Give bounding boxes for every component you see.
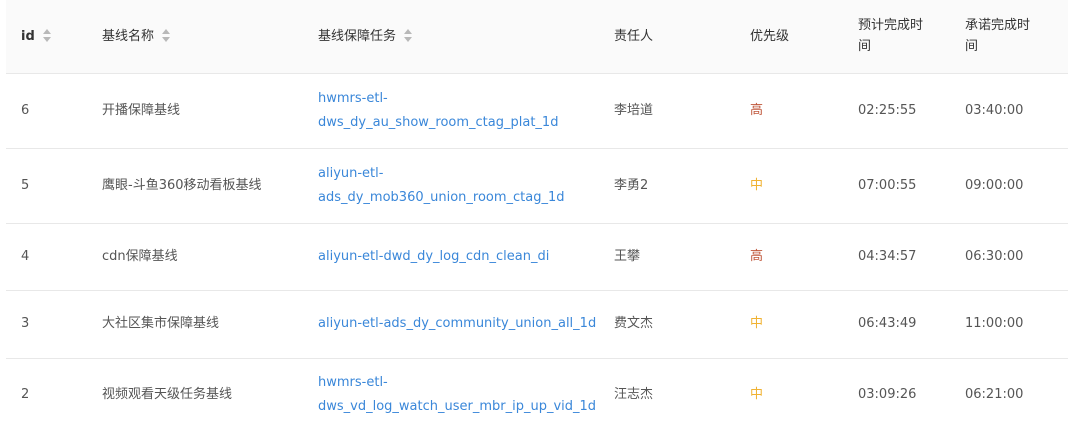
- cell-priority: 中: [735, 358, 843, 431]
- task-link[interactable]: hwmrs-etl-dws_dy_au_show_room_ctag_plat_…: [318, 87, 558, 135]
- cell-expected: 03:09:26: [843, 358, 950, 431]
- cell-owner: 李培道: [599, 73, 735, 149]
- sort-icon[interactable]: [404, 29, 414, 43]
- priority-badge: 高: [750, 248, 764, 264]
- table-row: 6 开播保障基线 hwmrs-etl-dws_dy_au_show_room_c…: [6, 73, 1068, 149]
- table-row: 5 鹰眼-斗鱼360移动看板基线 aliyun-etl-ads_dy_mob36…: [6, 148, 1068, 224]
- baseline-table-container: id 基线名称 基线保障任务 责任人 优先级 预计完成时 间 承诺完成时 间 6…: [6, 0, 1068, 431]
- cell-promised: 06:21:00: [950, 358, 1068, 431]
- header-task-label: 基线保障任务: [318, 28, 397, 44]
- table-row: 2 视频观看天级任务基线 hwmrs-etl-dws_vd_log_watch_…: [6, 358, 1068, 431]
- baseline-table: id 基线名称 基线保障任务 责任人 优先级 预计完成时 间 承诺完成时 间 6…: [6, 0, 1068, 431]
- cell-name: cdn保障基线: [87, 223, 303, 291]
- cell-owner: 汪志杰: [599, 358, 735, 431]
- cell-task: aliyun-etl-ads_dy_mob360_union_room_ctag…: [303, 148, 599, 224]
- header-owner-label: 责任人: [614, 28, 654, 44]
- task-link[interactable]: aliyun-etl-ads_dy_community_union_all_1d: [318, 312, 596, 336]
- priority-badge: 中: [750, 386, 764, 402]
- task-link-line2: dws_vd_log_watch_user_mbr_ip_up_vid_1d: [318, 398, 597, 414]
- sort-icon[interactable]: [42, 29, 53, 43]
- task-link[interactable]: aliyun-etl-dwd_dy_log_cdn_clean_di: [318, 245, 549, 269]
- task-link-line1: aliyun-etl-dwd_dy_log_cdn_clean_di: [318, 248, 550, 264]
- header-name[interactable]: 基线名称: [87, 0, 303, 74]
- task-link-line1: aliyun-etl-: [318, 165, 384, 181]
- cell-id: 3: [6, 290, 87, 359]
- header-name-label: 基线名称: [102, 28, 155, 44]
- priority-badge: 中: [750, 177, 764, 193]
- task-link-line2: ads_dy_mob360_union_room_ctag_1d: [318, 189, 565, 205]
- header-task[interactable]: 基线保障任务: [303, 0, 599, 74]
- header-priority: 优先级: [735, 0, 843, 74]
- task-link-line1: hwmrs-etl-: [318, 90, 388, 106]
- header-owner: 责任人: [599, 0, 735, 74]
- task-link[interactable]: hwmrs-etl-dws_vd_log_watch_user_mbr_ip_u…: [318, 371, 596, 419]
- table-header-row: id 基线名称 基线保障任务 责任人 优先级 预计完成时 间 承诺完成时 间: [6, 0, 1068, 74]
- cell-expected: 06:43:49: [843, 290, 950, 359]
- cell-promised: 06:30:00: [950, 223, 1068, 291]
- cell-task: hwmrs-etl-dws_vd_log_watch_user_mbr_ip_u…: [303, 358, 599, 431]
- cell-promised: 11:00:00: [950, 290, 1068, 359]
- cell-priority: 中: [735, 290, 843, 359]
- task-link-line1: hwmrs-etl-: [318, 374, 388, 390]
- header-promised-label-line1: 承诺完成时: [965, 18, 1031, 34]
- cell-promised: 03:40:00: [950, 73, 1068, 149]
- cell-id: 2: [6, 358, 87, 431]
- header-id-label: id: [21, 28, 35, 44]
- cell-expected: 07:00:55: [843, 148, 950, 224]
- cell-owner: 费文杰: [599, 290, 735, 359]
- sort-icon[interactable]: [162, 29, 172, 43]
- cell-id: 6: [6, 73, 87, 149]
- cell-name: 大社区集市保障基线: [87, 290, 303, 359]
- header-expected: 预计完成时 间: [843, 0, 950, 74]
- cell-priority: 中: [735, 148, 843, 224]
- cell-owner: 王攀: [599, 223, 735, 291]
- cell-id: 4: [6, 223, 87, 291]
- cell-priority: 高: [735, 73, 843, 149]
- cell-owner: 李勇2: [599, 148, 735, 224]
- cell-expected: 04:34:57: [843, 223, 950, 291]
- cell-name: 鹰眼-斗鱼360移动看板基线: [87, 148, 303, 224]
- cell-name: 开播保障基线: [87, 73, 303, 149]
- table-row: 3 大社区集市保障基线 aliyun-etl-ads_dy_community_…: [6, 290, 1068, 359]
- cell-priority: 高: [735, 223, 843, 291]
- header-promised-label-line2: 间: [965, 39, 979, 55]
- task-link[interactable]: aliyun-etl-ads_dy_mob360_union_room_ctag…: [318, 162, 565, 210]
- cell-name: 视频观看天级任务基线: [87, 358, 303, 431]
- task-link-line2: dws_dy_au_show_room_ctag_plat_1d: [318, 114, 559, 130]
- priority-badge: 中: [750, 316, 764, 331]
- header-expected-label-line2: 间: [858, 39, 872, 55]
- cell-promised: 09:00:00: [950, 148, 1068, 224]
- header-priority-label: 优先级: [750, 28, 790, 44]
- task-link-line1: aliyun-etl-ads_dy_community_union_all_1d: [318, 316, 597, 331]
- header-expected-label-line1: 预计完成时: [858, 18, 924, 34]
- header-promised: 承诺完成时 间: [950, 0, 1068, 74]
- cell-id: 5: [6, 148, 87, 224]
- priority-badge: 高: [750, 102, 764, 118]
- cell-expected: 02:25:55: [843, 73, 950, 149]
- cell-task: aliyun-etl-ads_dy_community_union_all_1d: [303, 290, 599, 359]
- cell-task: aliyun-etl-dwd_dy_log_cdn_clean_di: [303, 223, 599, 291]
- cell-task: hwmrs-etl-dws_dy_au_show_room_ctag_plat_…: [303, 73, 599, 149]
- header-id[interactable]: id: [6, 0, 87, 74]
- table-row: 4 cdn保障基线 aliyun-etl-dwd_dy_log_cdn_clea…: [6, 223, 1068, 291]
